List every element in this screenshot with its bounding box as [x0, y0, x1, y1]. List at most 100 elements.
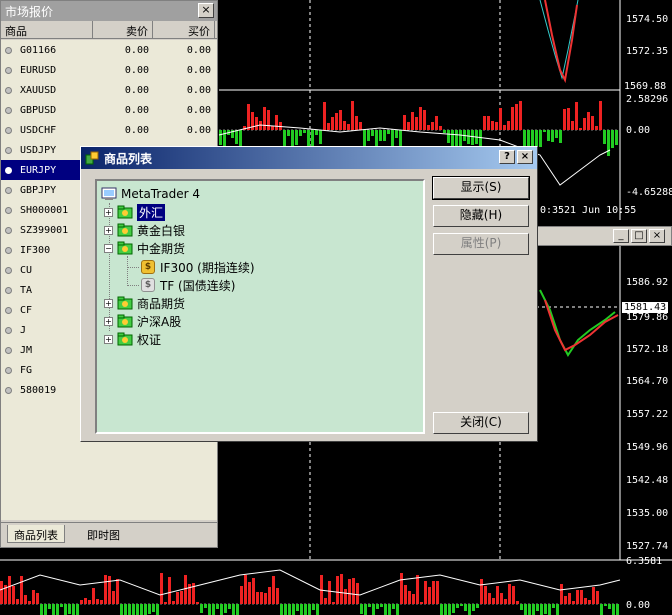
- close-button[interactable]: ×: [198, 3, 214, 18]
- oscillator-bar: [504, 599, 507, 604]
- close-dialog-button[interactable]: 关闭(C): [433, 412, 529, 434]
- oscillator-bar: [484, 586, 487, 604]
- oscillator-bar: [256, 592, 259, 604]
- oscillator-bar: [132, 604, 135, 615]
- oscillator-bar: [604, 604, 607, 606]
- oscillator-bar: [472, 604, 475, 611]
- dialog-titlebar[interactable]: 商品列表 ? ×: [81, 147, 537, 169]
- expand-icon[interactable]: +: [104, 207, 113, 217]
- inactive-symbol-icon: $: [141, 278, 155, 292]
- oscillator-bar: [355, 116, 358, 130]
- oscillator-bar: [443, 130, 446, 133]
- oscillator-bar: [500, 593, 503, 604]
- oscillator-bar: [435, 116, 438, 130]
- symbol-name: CF: [20, 304, 33, 316]
- column-header-ask[interactable]: 买价: [153, 21, 215, 38]
- symbol-name: XAUUSD: [20, 84, 57, 96]
- oscillator-bar: [275, 115, 278, 130]
- close-button[interactable]: ×: [517, 150, 533, 164]
- tree-line: [127, 256, 128, 286]
- expand-icon[interactable]: +: [104, 316, 113, 326]
- oscillator-bar: [324, 598, 327, 604]
- symbol-status-icon: [5, 146, 12, 154]
- oscillator-bar: [36, 593, 39, 604]
- column-header-symbol[interactable]: 商品: [1, 21, 93, 38]
- column-header-bid[interactable]: 卖价: [93, 21, 153, 38]
- tree-node-if300[interactable]: $ IF300 (期指连续): [141, 258, 255, 276]
- oscillator-bar: [308, 604, 311, 615]
- maximize-button[interactable]: □: [631, 229, 647, 243]
- market-row[interactable]: GBPUSD 0.00 0.00: [1, 100, 217, 120]
- oscillator-bar: [447, 130, 450, 143]
- terminal-icon: [101, 187, 117, 200]
- oscillator-bar: [184, 575, 187, 604]
- tree-node-gold-silver[interactable]: + 黄金白银: [104, 221, 185, 239]
- oscillator-bar: [503, 125, 506, 130]
- oscillator-bar: [80, 600, 83, 604]
- tree-node-sh-sz-a[interactable]: + 沪深A股: [104, 312, 181, 330]
- symbol-name: JM: [20, 344, 33, 356]
- symbol-status-icon: [5, 366, 12, 374]
- oscillator-bar: [359, 122, 362, 130]
- oscillator-bar: [212, 604, 215, 615]
- symbol-status-icon: [5, 286, 12, 294]
- osc-label: 2.58296: [626, 94, 669, 105]
- oscillator-bar: [164, 602, 167, 604]
- chart-window-titlebar[interactable]: _ □ ×: [536, 226, 672, 246]
- oscillator-bar: [372, 604, 375, 615]
- market-row[interactable]: USDCHF 0.00 0.00: [1, 120, 217, 140]
- minimize-button[interactable]: _: [613, 229, 629, 243]
- hide-button[interactable]: 隐藏(H): [433, 205, 529, 227]
- oscillator-bar: [228, 604, 231, 609]
- tree-node-root[interactable]: MetaTrader 4: [101, 185, 200, 203]
- oscillator-bar: [440, 604, 443, 615]
- oscillator-bar: [271, 126, 274, 130]
- tree-label: 沪深A股: [137, 314, 182, 329]
- market-row[interactable]: G01166 0.00 0.00: [1, 40, 217, 60]
- oscillator-bar: [551, 130, 554, 142]
- oscillator-bar: [392, 604, 395, 609]
- tree-node-tf[interactable]: $ TF (国债连续): [141, 276, 235, 294]
- oscillator-bar: [584, 598, 587, 604]
- oscillator-bar: [572, 601, 575, 604]
- oscillator-bar: [232, 604, 235, 615]
- oscillator-bar: [291, 130, 294, 147]
- oscillator-bar: [72, 604, 75, 615]
- oscillator-bar: [495, 122, 498, 130]
- collapse-icon[interactable]: −: [104, 243, 113, 253]
- bid-cell: 0.00: [124, 44, 149, 56]
- expand-icon[interactable]: +: [104, 334, 113, 344]
- tab-symbols[interactable]: 商品列表: [7, 525, 65, 543]
- market-watch-titlebar[interactable]: 市场报价 ×: [1, 1, 217, 21]
- oscillator-bar: [16, 599, 19, 604]
- oscillator-bar: [379, 130, 382, 141]
- show-button[interactable]: 显示(S): [432, 176, 530, 200]
- market-row[interactable]: XAUUSD 0.00 0.00: [1, 80, 217, 100]
- symbol-status-icon: [5, 206, 12, 214]
- oscillator-bar: [376, 604, 379, 609]
- symbol-status-icon: [5, 226, 12, 234]
- symbol-cell: XAUUSD: [1, 85, 93, 96]
- properties-button[interactable]: 属性(P): [433, 233, 529, 255]
- close-button[interactable]: ×: [649, 229, 665, 243]
- market-row[interactable]: EURUSD 0.00 0.00: [1, 60, 217, 80]
- tree-line: [127, 267, 139, 268]
- oscillator-bar: [160, 573, 163, 604]
- expand-icon[interactable]: +: [104, 298, 113, 308]
- symbol-status-icon: [5, 106, 12, 114]
- oscillator-bar: [388, 604, 391, 615]
- folder-icon: [117, 314, 133, 328]
- expand-icon[interactable]: +: [104, 225, 113, 235]
- oscillator-bar: [68, 604, 71, 614]
- oscillator-bar: [416, 575, 419, 604]
- tree-node-forex[interactable]: + 外汇: [104, 203, 166, 221]
- help-button[interactable]: ?: [499, 150, 515, 164]
- oscillator-bar: [180, 591, 183, 604]
- oscillator-bar: [407, 122, 410, 130]
- osc-label: 0.00: [626, 600, 651, 611]
- tree-node-commodity-futures[interactable]: + 商品期货: [104, 294, 185, 312]
- oscillator-bar: [247, 104, 250, 130]
- tab-tick-chart[interactable]: 即时图: [81, 525, 126, 543]
- tree-node-warrants[interactable]: + 权证: [104, 330, 161, 348]
- tree-node-cn-futures[interactable]: − 中金期货: [104, 239, 185, 257]
